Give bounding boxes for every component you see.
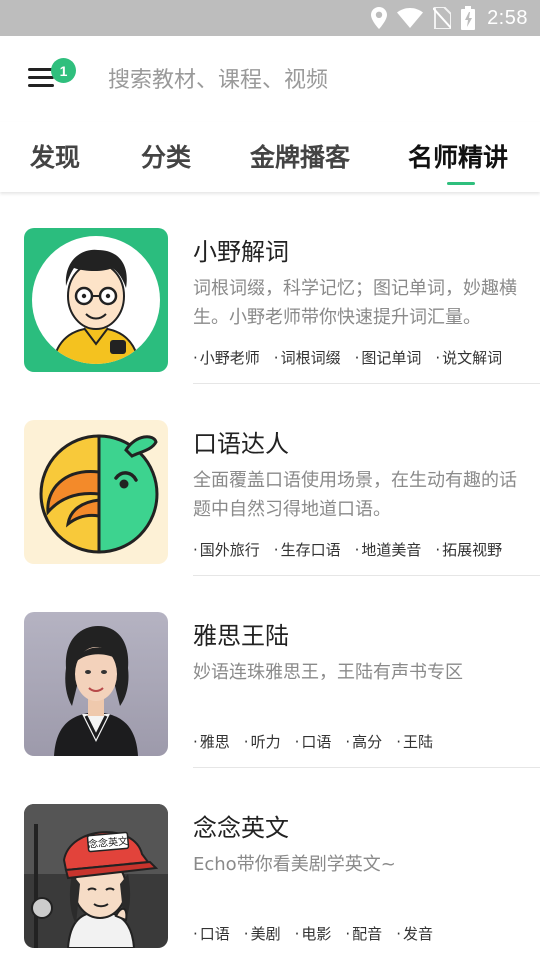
course-tag: 高分 xyxy=(345,731,382,752)
tab-bar: 发现 分类 金牌播客 名师精讲 xyxy=(0,122,540,192)
menu-button[interactable]: 1 xyxy=(22,58,76,98)
status-icons: 2:58 xyxy=(371,0,528,36)
tab-categories[interactable]: 分类 xyxy=(141,138,191,174)
course-tag: 说文解词 xyxy=(435,347,502,368)
course-thumbnail: 念念英文 xyxy=(24,804,168,948)
course-tag: 小野老师 xyxy=(193,347,260,368)
cartoon-teacher-avatar xyxy=(24,228,168,372)
course-tags: 小野老师 词根词缀 图记单词 说文解词 xyxy=(193,347,502,368)
course-tags: 国外旅行 生存口语 地道美音 拓展视野 xyxy=(193,539,502,560)
course-tag: 口语 xyxy=(193,923,230,944)
no-sim-icon xyxy=(433,7,452,29)
list-item[interactable]: 念念英文 念念英文 Echo带你看美剧学英文~ 口语 美剧 电影 配音 发音 xyxy=(0,768,540,960)
course-tag: 拓展视野 xyxy=(435,539,502,560)
list-item[interactable]: 小野解词 词根词缀，科学记忆；图记单词，妙趣横生。小野老师带你快速提升词汇量。 … xyxy=(0,192,540,384)
course-tag: 王陆 xyxy=(396,731,433,752)
course-description: 全面覆盖口语使用场景，在生动有趣的话题中自然习得地道口语。 xyxy=(193,470,517,520)
tab-gold-podcast[interactable]: 金牌播客 xyxy=(250,138,350,174)
teacher-photo xyxy=(24,612,168,756)
header: 1 xyxy=(0,36,540,122)
course-title: 小野解词 xyxy=(193,238,289,266)
status-time: 2:58 xyxy=(487,6,528,29)
status-bar: 2:58 xyxy=(0,0,540,36)
course-tag: 生存口语 xyxy=(274,539,341,560)
battery-icon xyxy=(461,6,476,30)
search-input[interactable] xyxy=(108,62,508,98)
course-title: 口语达人 xyxy=(193,430,289,458)
notification-badge: 1 xyxy=(51,58,76,83)
course-tag: 口语 xyxy=(295,731,331,752)
course-description: 妙语连珠雅思王，王陆有声书专区 xyxy=(193,662,463,683)
parrot-logo xyxy=(24,420,168,564)
course-tag: 听力 xyxy=(244,731,281,752)
course-tag: 配音 xyxy=(345,923,382,944)
location-icon xyxy=(371,7,388,29)
course-tag: 国外旅行 xyxy=(193,539,260,560)
active-tab-indicator xyxy=(447,182,475,185)
wifi-icon xyxy=(397,8,424,28)
course-tag: 图记单词 xyxy=(355,347,421,368)
course-tag: 美剧 xyxy=(244,923,281,944)
course-tags: 雅思 听力 口语 高分 王陆 xyxy=(193,731,433,752)
list-item[interactable]: 雅思王陆 妙语连珠雅思王，王陆有声书专区 雅思 听力 口语 高分 王陆 xyxy=(0,576,540,768)
course-tag: 词根词缀 xyxy=(274,347,341,368)
tab-famous-teachers[interactable]: 名师精讲 xyxy=(408,138,508,174)
cartoon-girl-with-cap: 念念英文 xyxy=(24,804,168,948)
course-description: 词根词缀，科学记忆；图记单词，妙趣横生。小野老师带你快速提升词汇量。 xyxy=(193,278,517,328)
course-thumbnail xyxy=(24,612,168,756)
course-tag: 雅思 xyxy=(193,731,230,752)
course-tags: 口语 美剧 电影 配音 发音 xyxy=(193,923,433,944)
course-tag: 电影 xyxy=(295,923,331,944)
list-item[interactable]: 口语达人 全面覆盖口语使用场景，在生动有趣的话题中自然习得地道口语。 国外旅行 … xyxy=(0,384,540,576)
course-thumbnail xyxy=(24,228,168,372)
course-tag: 发音 xyxy=(396,923,433,944)
course-tag: 地道美音 xyxy=(355,539,421,560)
course-description: Echo带你看美剧学英文~ xyxy=(193,854,396,875)
course-title: 雅思王陆 xyxy=(193,622,289,650)
course-thumbnail xyxy=(24,420,168,564)
course-title: 念念英文 xyxy=(193,814,289,842)
tab-discover[interactable]: 发现 xyxy=(30,138,80,174)
course-list: 小野解词 词根词缀，科学记忆；图记单词，妙趣横生。小野老师带你快速提升词汇量。 … xyxy=(0,192,540,960)
